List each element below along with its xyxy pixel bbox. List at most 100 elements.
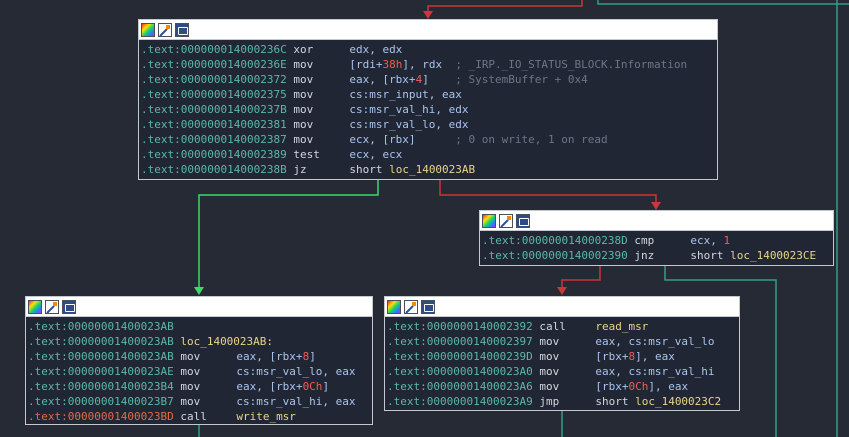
asm-line[interactable]: .text:000000014000238B jz short loc_14000… [141, 162, 717, 177]
operand[interactable]: short [349, 162, 389, 177]
operand[interactable]: [rbx+ [595, 379, 628, 394]
mnemonic[interactable]: mov [539, 364, 595, 379]
color-palette-icon[interactable] [28, 299, 42, 314]
operand[interactable]: 1 [723, 233, 730, 248]
operand[interactable]: eax, [rbx+ [349, 72, 415, 87]
mnemonic[interactable]: mov [293, 102, 349, 117]
asm-line[interactable]: .text:0000000140002387 mov ecx, [rbx] ; 0… [141, 132, 717, 147]
code-label[interactable]: write_msr [236, 409, 296, 424]
asm-line[interactable]: .text:0000000140002392 call read_msr [387, 319, 739, 334]
color-palette-icon[interactable] [141, 22, 155, 37]
operand[interactable]: ], eax [648, 379, 688, 394]
address[interactable]: .text:0000000140002392 [387, 319, 533, 334]
asm-line[interactable]: .text:000000014000237B mov cs:msr_val_hi,… [141, 102, 717, 117]
asm-line[interactable]: .text:00000001400023AB loc_1400023AB: [28, 334, 372, 349]
mnemonic[interactable]: jmp [539, 394, 595, 409]
operand[interactable]: 0Ch [303, 379, 323, 394]
address[interactable]: .text:000000014000237B [141, 102, 287, 117]
mnemonic[interactable]: mov [293, 132, 349, 147]
operand[interactable]: 8 [303, 349, 310, 364]
address[interactable]: .text:0000000140002397 [387, 334, 533, 349]
graph-overview-icon[interactable] [175, 22, 189, 37]
code-block-236C[interactable]: .text:000000014000236C xor edx, edx .text:… [138, 19, 718, 180]
address[interactable]: .text:0000000140002387 [141, 132, 287, 147]
mnemonic[interactable]: mov [180, 394, 236, 409]
mnemonic[interactable]: mov [180, 364, 236, 379]
operand[interactable]: cs:msr_val_lo, eax [236, 364, 355, 379]
asm-line[interactable]: .text:00000001400023AB [28, 319, 372, 334]
graph-overview-icon[interactable] [516, 213, 530, 228]
operand[interactable]: ecx, [rbx] [349, 132, 415, 147]
asm-line[interactable]: .text:00000001400023B4 mov eax, [rbx+ 0Ch] [28, 379, 372, 394]
address[interactable]: .text:00000001400023B4 [28, 379, 174, 394]
address[interactable]: .text:0000000140002390 [482, 248, 628, 263]
address[interactable]: .text:00000001400023BD [28, 409, 174, 424]
mnemonic[interactable]: test [293, 147, 349, 162]
operand[interactable]: short [595, 394, 635, 409]
asm-line[interactable]: .text:00000001400023AB mov eax, [rbx+ 8] [28, 349, 372, 364]
address[interactable]: .text:000000014000238D [482, 233, 628, 248]
operand[interactable]: eax, cs:msr_val_lo [595, 334, 714, 349]
address[interactable]: .text:00000001400023AB [28, 334, 174, 349]
code-label[interactable]: loc_1400023CE [730, 248, 816, 263]
asm-line[interactable]: .text:00000001400023BD call write_msr [28, 409, 372, 424]
mnemonic[interactable]: mov [293, 117, 349, 132]
asm-line[interactable]: .text:00000001400023A6 mov [rbx+ 0Ch], eax [387, 379, 739, 394]
address[interactable]: .text:000000014000236E [141, 57, 287, 72]
code-block-2392[interactable]: .text:0000000140002392 call read_msr .text… [384, 296, 740, 411]
operand[interactable]: eax, cs:msr_val_hi [595, 364, 714, 379]
address[interactable]: .text:00000001400023A6 [387, 379, 533, 394]
address[interactable]: .text:00000001400023AB [28, 319, 174, 334]
code-label[interactable]: loc_1400023AB: [180, 334, 273, 349]
code-block-23AB[interactable]: .text:00000001400023AB .text:00000001400… [25, 296, 373, 425]
mnemonic[interactable]: jnz [634, 248, 690, 263]
operand[interactable]: 0Ch [628, 379, 648, 394]
operand[interactable]: ], rdx [402, 57, 442, 72]
address[interactable]: .text:000000014000236C [141, 42, 287, 57]
address[interactable]: .text:0000000140002381 [141, 117, 287, 132]
address[interactable]: .text:000000014000238B [141, 162, 287, 177]
operand[interactable]: ] [322, 379, 329, 394]
code-block-238D[interactable]: .text:000000014000238D cmp ecx, 1 .text:00… [479, 210, 834, 266]
operand[interactable]: cs:msr_val_lo, edx [349, 117, 468, 132]
operand[interactable]: 8 [628, 349, 635, 364]
operand[interactable]: [rdi+ [349, 57, 382, 72]
asm-line[interactable]: .text:00000001400023A9 jmp short loc_1400… [387, 394, 739, 409]
operand[interactable]: [rbx+ [595, 349, 628, 364]
mnemonic[interactable]: mov [293, 57, 349, 72]
address[interactable]: .text:0000000140002372 [141, 72, 287, 87]
address[interactable]: .text:00000001400023AE [28, 364, 174, 379]
operand[interactable]: cs:msr_input, eax [349, 87, 462, 102]
asm-line[interactable]: .text:00000001400023A0 mov eax, cs:msr_va… [387, 364, 739, 379]
asm-line[interactable]: .text:0000000140002390 jnz short loc_1400… [482, 248, 833, 263]
operand[interactable]: ecx, ecx [349, 147, 402, 162]
code-label[interactable]: read_msr [595, 319, 648, 334]
mnemonic[interactable]: mov [293, 87, 349, 102]
asm-line[interactable]: .text:00000001400023B7 mov cs:msr_val_hi,… [28, 394, 372, 409]
asm-line[interactable]: .text:000000014000236E mov [rdi+ 38h], rdx… [141, 57, 717, 72]
edit-pencil-icon[interactable] [45, 299, 59, 314]
operand[interactable]: ] [309, 349, 316, 364]
operand[interactable]: cs:msr_val_hi, edx [349, 102, 468, 117]
graph-overview-icon[interactable] [62, 299, 76, 314]
mnemonic[interactable] [180, 319, 236, 334]
address[interactable]: .text:00000001400023A0 [387, 364, 533, 379]
mnemonic[interactable]: xor [293, 42, 349, 57]
operand[interactable]: 4 [416, 72, 423, 87]
color-palette-icon[interactable] [387, 299, 401, 314]
color-palette-icon[interactable] [482, 213, 496, 228]
graph-overview-icon[interactable] [421, 299, 435, 314]
operand[interactable]: ecx, [690, 233, 723, 248]
asm-line[interactable]: .text:0000000140002397 mov eax, cs:msr_va… [387, 334, 739, 349]
operand[interactable]: ], eax [635, 349, 675, 364]
asm-line[interactable]: .text:0000000140002389 test ecx, ecx [141, 147, 717, 162]
edit-pencil-icon[interactable] [499, 213, 513, 228]
asm-line[interactable]: .text:000000014000236C xor edx, edx [141, 42, 717, 57]
operand[interactable]: 38h [382, 57, 402, 72]
operand[interactable]: ] [422, 72, 429, 87]
code-label[interactable]: loc_1400023AB [389, 162, 475, 177]
address[interactable]: .text:00000001400023B7 [28, 394, 174, 409]
address[interactable]: .text:0000000140002389 [141, 147, 287, 162]
asm-line[interactable]: .text:0000000140002375 mov cs:msr_input, … [141, 87, 717, 102]
mnemonic[interactable]: mov [539, 349, 595, 364]
